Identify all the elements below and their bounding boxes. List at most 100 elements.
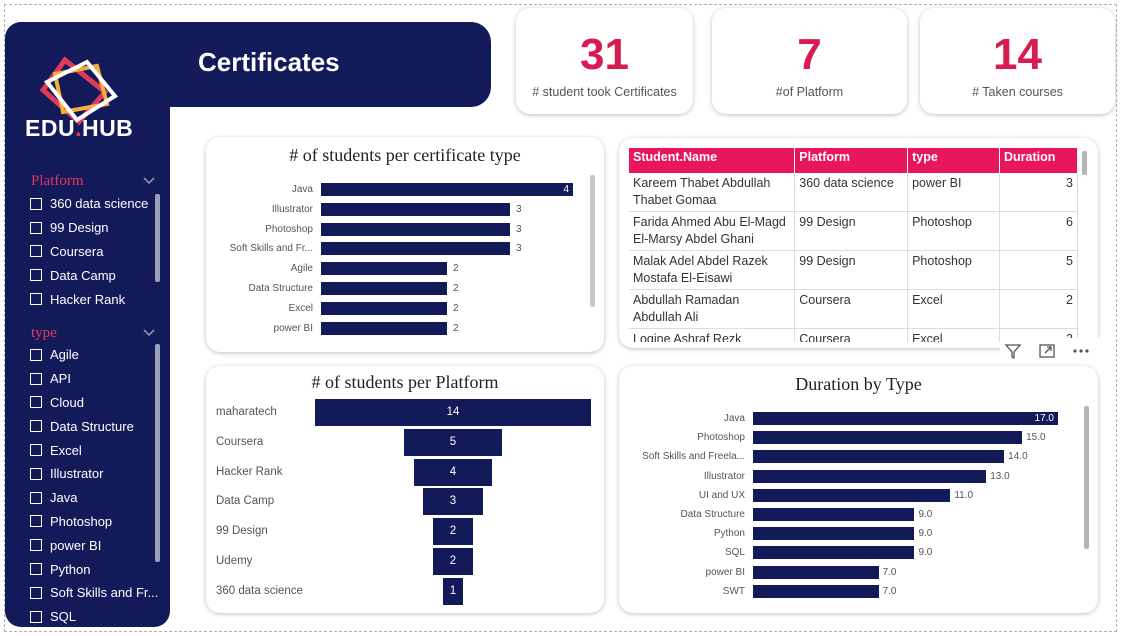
kpi-card-platforms[interactable]: 7 #of Platform <box>712 8 907 114</box>
slicer-item[interactable]: Cloud <box>30 391 158 415</box>
category-label: Java <box>291 184 313 195</box>
slicer-item[interactable]: 360 data science <box>30 192 148 216</box>
kpi-card-students[interactable]: 31 # student took Certificates <box>516 8 693 114</box>
bar[interactable] <box>321 202 510 216</box>
table-row[interactable]: Kareem Thabet Abdullah Thabet Gomaa 360 d… <box>629 173 1078 212</box>
chart-scrollbar[interactable] <box>1084 406 1089 549</box>
table-column-header[interactable]: Platform <box>794 148 909 173</box>
slicer-item[interactable]: Hacker Rank <box>30 287 148 311</box>
platform-slicer-scrollbar[interactable] <box>155 194 160 282</box>
slicer-item-label: 99 Design <box>50 220 109 236</box>
bar[interactable] <box>321 262 447 276</box>
slicer-item-label: Soft Skills and Fr... <box>50 585 159 601</box>
bar[interactable] <box>321 301 447 315</box>
slicer-item[interactable]: Coursera <box>30 240 148 264</box>
category-label: SWT <box>722 585 745 597</box>
slicer-item-label: 360 data science <box>50 196 149 212</box>
type-slicer-scrollbar[interactable] <box>155 344 160 562</box>
bar[interactable] <box>321 222 510 236</box>
kpi-card-courses[interactable]: 14 # Taken courses <box>920 8 1115 114</box>
checkbox[interactable] <box>30 444 42 457</box>
checkbox[interactable] <box>30 610 42 623</box>
slicer-item[interactable]: API <box>30 367 158 391</box>
slicer-item[interactable]: Data Structure <box>30 414 158 438</box>
slicer-item[interactable]: 99 Design <box>30 216 148 240</box>
bar[interactable] <box>753 450 1005 464</box>
checkbox[interactable] <box>30 197 42 210</box>
checkbox[interactable] <box>30 269 42 282</box>
bar[interactable] <box>753 584 879 598</box>
checkbox[interactable] <box>30 420 42 433</box>
table-column-header[interactable]: type <box>907 148 1001 173</box>
bar[interactable] <box>753 546 915 560</box>
slicer-item[interactable]: Agile <box>30 343 158 367</box>
table-cell: Excel <box>907 328 1001 342</box>
bar[interactable] <box>753 412 1058 425</box>
slicer-item[interactable]: Photoshop <box>30 510 158 534</box>
bar[interactable] <box>753 508 915 521</box>
slicer-item[interactable]: Excel <box>30 438 158 462</box>
slicer-item[interactable]: SQL <box>30 605 158 627</box>
slicer-item-label: Agile <box>50 347 79 363</box>
chart-scrollbar[interactable] <box>590 175 595 307</box>
slicer-item[interactable]: Java <box>30 486 158 510</box>
chevron-down-icon[interactable] <box>143 326 155 338</box>
table-row[interactable]: Malak Adel Abdel Razek Mostafa El-Eisawi… <box>629 250 1078 290</box>
slicer-item-label: Java <box>50 490 78 506</box>
checkbox[interactable] <box>30 563 42 576</box>
checkbox[interactable] <box>30 293 42 306</box>
bar[interactable] <box>321 183 573 196</box>
checkbox[interactable] <box>30 515 42 528</box>
chart-title: # of students per certificate type <box>289 145 521 165</box>
category-label: Java <box>723 413 745 424</box>
table-cell: Photoshop <box>907 250 1001 290</box>
table-row[interactable]: Farida Ahmed Abu El-Magd El-Marsy Abdel … <box>629 211 1078 251</box>
certificate-type-chart[interactable]: # of students per certificate type Java 4… <box>206 137 604 352</box>
chevron-down-icon[interactable] <box>143 174 155 186</box>
checkbox[interactable] <box>30 539 42 552</box>
checkbox[interactable] <box>30 491 42 504</box>
bar[interactable] <box>321 242 510 256</box>
checkbox[interactable] <box>30 372 42 385</box>
table-row[interactable]: Abdullah Ramadan Abdullah Ali Coursera Exc… <box>629 289 1078 329</box>
table-cell: Excel <box>907 289 1001 329</box>
checkbox[interactable] <box>30 221 42 234</box>
type-slicer-title: type <box>31 325 57 341</box>
platform-funnel-chart[interactable]: # of students per Platform maharatech 14 C… <box>206 366 604 613</box>
table-cell: Logine Ashraf Rezk Mahmoud El-Gharbawy <box>629 328 796 342</box>
focus-mode-icon[interactable] <box>1038 342 1056 360</box>
checkbox[interactable] <box>30 348 42 361</box>
bar[interactable] <box>753 488 951 502</box>
bar[interactable] <box>753 469 987 483</box>
checkbox[interactable] <box>30 467 42 480</box>
bar[interactable] <box>753 527 915 541</box>
category-label: Data Camp <box>216 495 275 508</box>
title-banner: Certificates <box>155 22 491 107</box>
checkbox[interactable] <box>30 586 42 599</box>
slicer-item-label: Data Camp <box>50 267 116 283</box>
category-label: SQL <box>724 547 745 559</box>
category-label: power BI <box>273 322 313 334</box>
table-scrollbar[interactable] <box>1082 151 1087 175</box>
bar[interactable] <box>321 282 447 295</box>
slicer-item[interactable]: Illustrator <box>30 462 158 486</box>
data-label: 3 <box>516 203 522 215</box>
duration-by-type-chart[interactable]: Duration by Type Java 17.0 Photoshop 15.0 So… <box>619 366 1098 613</box>
slicer-item[interactable]: Python <box>30 557 158 581</box>
checkbox[interactable] <box>30 396 42 409</box>
table-cell: power BI <box>907 173 1001 212</box>
checkbox[interactable] <box>30 245 42 258</box>
category-label: maharatech <box>216 406 277 418</box>
students-table-card[interactable]: Student.Name Platform type Duration Kareem … <box>619 138 1098 348</box>
chart-title: Duration by Type <box>795 374 922 394</box>
slicer-item[interactable]: power BI <box>30 533 158 557</box>
bar[interactable] <box>321 321 447 335</box>
table-column-header[interactable]: Student.Name <box>629 148 796 173</box>
bar[interactable] <box>753 431 1023 445</box>
slicer-item[interactable]: Soft Skills and Fr... <box>30 581 158 605</box>
bar[interactable] <box>753 565 879 579</box>
more-options-icon[interactable] <box>1072 342 1090 360</box>
filter-icon[interactable] <box>1004 342 1022 360</box>
table-column-header[interactable]: Duration <box>999 148 1078 173</box>
slicer-item[interactable]: Data Camp <box>30 263 148 287</box>
